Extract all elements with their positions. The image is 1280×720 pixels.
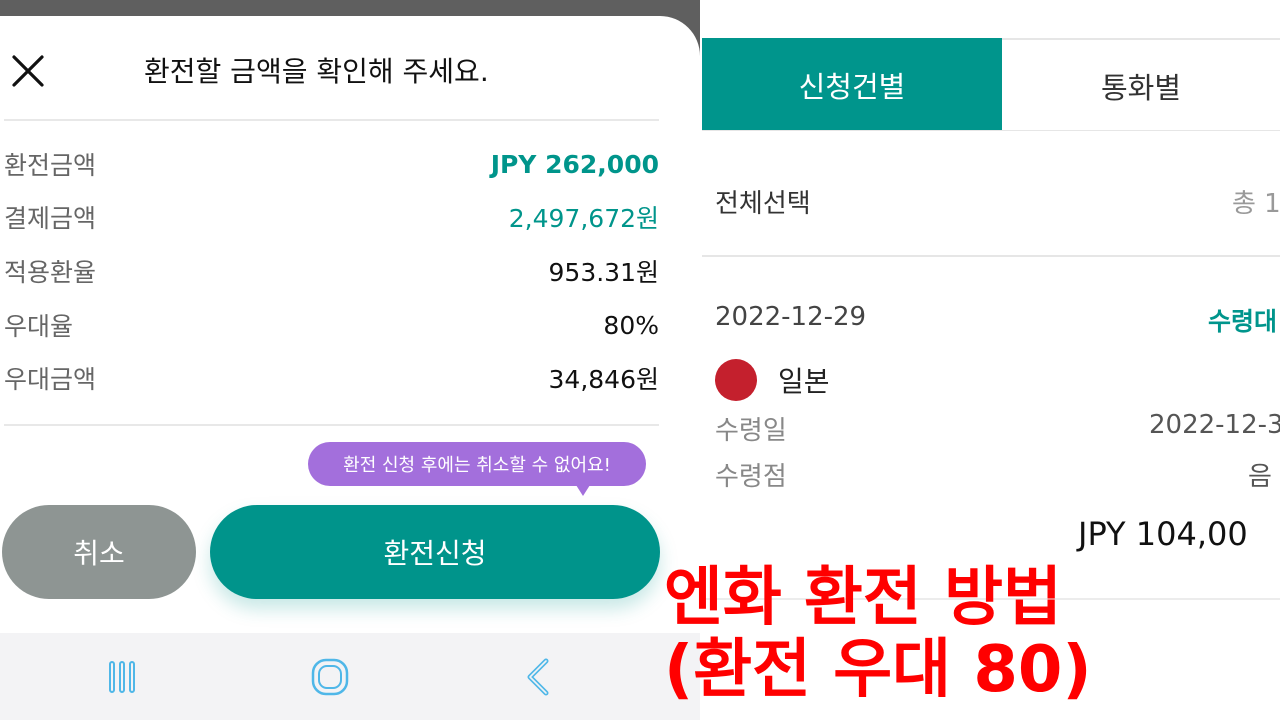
row-payment-amount: 결제금액 2,497,672원	[4, 197, 659, 237]
caption-line-1: 엔화 환전 방법	[664, 561, 1062, 635]
receive-date-value: 2022-12-3	[1149, 410, 1280, 440]
divider	[702, 130, 1280, 131]
preferential-amount-value: 34,846원	[548, 365, 659, 394]
preferential-rate-value: 80%	[603, 310, 659, 340]
row-label: 우대금액	[4, 365, 97, 394]
home-button[interactable]	[308, 655, 352, 699]
status-badge: 수령대	[1208, 307, 1278, 336]
japan-flag-icon	[715, 359, 757, 401]
card-amount: JPY 104,00	[1078, 515, 1248, 553]
caption-line-2: (환전 우대 80)	[664, 633, 1092, 707]
row-preferential-amount: 우대금액 34,846원	[4, 358, 659, 398]
row-exchange-rate: 적용환율 953.31원	[4, 251, 659, 291]
exchange-amount-value: JPY 262,000	[490, 149, 659, 179]
dialog-title: 환전할 금액을 확인해 주세요.	[144, 55, 489, 88]
row-exchange-amount: 환전금액 JPY 262,000	[4, 144, 659, 184]
total-count: 총 1	[1232, 189, 1280, 219]
cancel-button[interactable]: 취소	[2, 505, 196, 599]
exchange-submit-button[interactable]: 환전신청	[210, 505, 660, 599]
country-name: 일본	[778, 365, 830, 398]
select-all-checkbox[interactable]: 전체선택	[715, 183, 811, 220]
home-icon	[311, 658, 349, 696]
caption-overlay: 엔화 환전 방법 (환전 우대 80)	[664, 562, 1092, 706]
receive-place-label: 수령점	[715, 462, 787, 492]
back-icon	[527, 658, 549, 696]
receive-place-value: 음	[1248, 462, 1272, 492]
system-navigation-bar	[0, 633, 700, 720]
row-label: 적용환율	[4, 258, 97, 287]
row-label: 환전금액	[4, 151, 97, 180]
divider	[702, 255, 1280, 257]
receive-date-label: 수령일	[715, 416, 787, 446]
application-date: 2022-12-29	[715, 302, 867, 332]
close-button[interactable]	[8, 51, 48, 91]
payment-amount-value: 2,497,672원	[508, 204, 659, 233]
divider	[4, 119, 659, 121]
row-label: 우대율	[4, 312, 74, 341]
back-button[interactable]	[516, 655, 560, 699]
close-icon	[12, 55, 44, 87]
exchange-confirm-screen: 환전할 금액을 확인해 주세요. 환전금액 JPY 262,000 결제금액 2…	[0, 0, 700, 720]
divider	[4, 424, 659, 426]
tab-by-currency[interactable]: 통화별	[1002, 40, 1280, 131]
row-preferential-rate: 우대율 80%	[4, 305, 659, 345]
no-cancel-tooltip: 환전 신청 후에는 취소할 수 없어요!	[308, 442, 646, 496]
recent-apps-icon	[109, 661, 135, 693]
tab-by-application[interactable]: 신청건별	[702, 38, 1002, 131]
recent-apps-button[interactable]	[100, 655, 144, 699]
exchange-rate-value: 953.31원	[548, 258, 659, 287]
row-label: 결제금액	[4, 204, 97, 233]
